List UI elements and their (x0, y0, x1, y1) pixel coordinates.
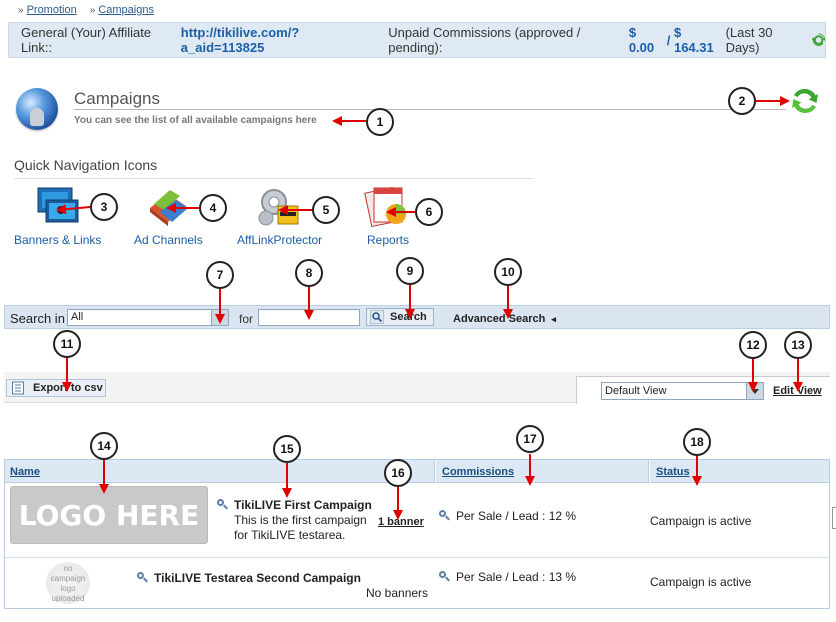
callout-3: 3 (90, 193, 118, 221)
campaigns-globe-icon (16, 88, 58, 130)
callout-11: 11 (53, 330, 81, 358)
chevron-down-icon[interactable] (211, 310, 228, 325)
campaign-logo-placeholder: no campaign logo uploaded (46, 562, 90, 604)
breadcrumb-link-promotion[interactable]: Promotion (27, 4, 77, 16)
callout-5: 5 (312, 196, 340, 224)
page-subtitle: You can see the list of all available ca… (74, 115, 317, 126)
title-divider (74, 109, 786, 110)
search-in-selected-value: All (71, 311, 84, 323)
callout-1: 1 (366, 108, 394, 136)
callout-16: 16 (384, 459, 412, 487)
amount-divider: / (666, 32, 671, 48)
callout-9: 9 (396, 257, 424, 285)
campaign-name[interactable]: TikiLIVE First Campaign (234, 498, 372, 512)
view-select[interactable]: Default View (601, 382, 764, 400)
approved-amount: $ 0.00 (628, 25, 655, 55)
callout-10: 10 (494, 258, 522, 286)
quick-nav-banners-links[interactable]: Banners & Links (14, 233, 101, 247)
advanced-search-toggle[interactable]: Advanced Search ◂ (453, 313, 556, 325)
campaign-logo: LOGO HERE (10, 486, 208, 544)
quick-nav-ad-channels[interactable]: Ad Channels (134, 233, 203, 247)
edit-view-link[interactable]: Edit View (773, 385, 822, 397)
campaign-description: This is the first campaign for TikiLIVE … (234, 513, 367, 542)
search-icon (370, 310, 384, 324)
quick-nav-divider (14, 178, 534, 179)
breadcrumb-separator: » (18, 5, 24, 16)
quick-nav-afflinkprotector[interactable]: AffLinkProtector (237, 233, 322, 247)
column-header-commissions[interactable]: Commissions (442, 466, 514, 478)
scroll-edge (832, 507, 836, 529)
reports-icon[interactable] (364, 184, 412, 230)
breadcrumb: » Promotion » Campaigns (18, 4, 164, 16)
search-in-select[interactable]: All (67, 309, 229, 326)
campaign-commission: Per Sale / Lead : 13 % (456, 570, 577, 584)
page-title: Campaigns (74, 89, 160, 108)
affiliate-info-bar: General (Your) Affiliate Link:: http://t… (8, 22, 826, 58)
quick-nav-reports[interactable]: Reports (367, 233, 409, 247)
search-button[interactable]: Search (366, 308, 434, 326)
ad-channels-icon[interactable] (146, 186, 192, 228)
search-button-label: Search (390, 311, 427, 323)
search-input[interactable] (258, 309, 360, 326)
advanced-search-label: Advanced Search (453, 313, 546, 325)
banners-links-icon[interactable] (36, 186, 80, 228)
unpaid-commissions-label: Unpaid Commissions (approved / pending): (388, 25, 581, 55)
magnifier-icon[interactable] (137, 572, 147, 582)
export-csv-button[interactable]: Export to csv (6, 379, 106, 397)
afflinkprotector-icon[interactable] (256, 184, 302, 230)
affiliate-link-label: General (Your) Affiliate Link:: (21, 25, 152, 55)
column-divider (648, 460, 650, 483)
quick-nav-title: Quick Navigation Icons (14, 157, 158, 173)
campaign-banners-link[interactable]: 1 banner (378, 516, 424, 528)
pending-amount: $ 164.31 (673, 25, 714, 55)
period-label: (Last 30 Days) (725, 25, 773, 55)
magnifier-icon[interactable] (439, 510, 449, 520)
caret-left-icon: ◂ (551, 314, 556, 324)
magnifier-icon[interactable] (439, 571, 449, 581)
campaign-banners: No banners (366, 586, 429, 600)
callout-2: 2 (728, 87, 756, 115)
breadcrumb-link-campaigns[interactable]: Campaigns (98, 4, 154, 16)
column-divider (434, 460, 436, 483)
magnifier-icon[interactable] (217, 499, 227, 509)
campaign-name[interactable]: TikiLIVE Testarea Second Campaign (154, 571, 361, 585)
callout-7: 7 (206, 261, 234, 289)
for-label: for (239, 312, 254, 326)
column-header-status[interactable]: Status (656, 466, 690, 478)
table-header (5, 460, 829, 483)
search-in-label: Search in (10, 311, 65, 326)
refresh-small-icon[interactable] (811, 33, 825, 47)
campaign-status: Campaign is active (650, 575, 752, 589)
callout-14: 14 (90, 432, 118, 460)
csv-file-icon (12, 381, 24, 395)
callout-17: 17 (516, 425, 544, 453)
breadcrumb-separator: » (89, 5, 96, 16)
chevron-down-icon[interactable] (746, 383, 763, 399)
campaign-commission: Per Sale / Lead : 12 % (456, 509, 577, 523)
refresh-icon[interactable] (790, 86, 820, 116)
callout-13: 13 (784, 331, 812, 359)
callout-12: 12 (739, 331, 767, 359)
no-logo-text: no campaign logo uploaded (50, 564, 86, 603)
callout-18: 18 (683, 428, 711, 456)
view-selected-value: Default View (605, 385, 667, 397)
callout-6: 6 (415, 198, 443, 226)
campaign-status: Campaign is active (650, 514, 752, 528)
callout-15: 15 (273, 435, 301, 463)
column-header-name[interactable]: Name (10, 466, 40, 478)
callout-8: 8 (295, 259, 323, 287)
callout-4: 4 (199, 194, 227, 222)
export-csv-label: Export to csv (33, 382, 103, 394)
row-divider (5, 557, 829, 558)
affiliate-link-value[interactable]: http://tikilive.com/?a_aid=113825 (181, 25, 372, 55)
